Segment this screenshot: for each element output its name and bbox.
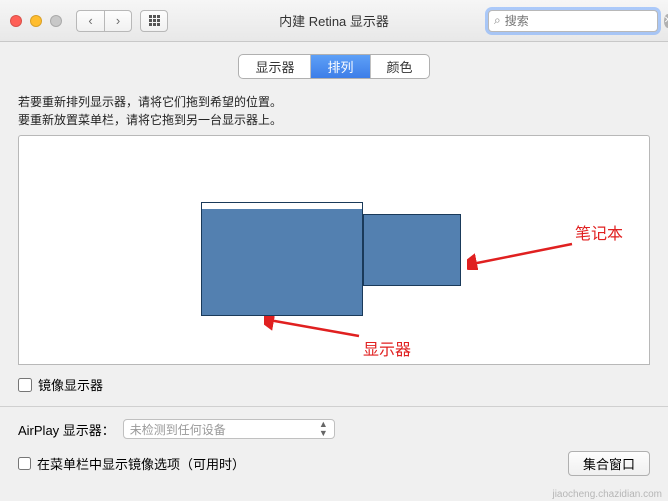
airplay-dropdown[interactable]: 未检测到任何设备 ▲▼ (123, 419, 335, 439)
titlebar: ‹ › 内建 Retina 显示器 ⌕ ✕ (0, 0, 668, 42)
instruction-line-1: 若要重新排列显示器，请将它们拖到希望的位置。 (18, 93, 650, 111)
menubar-label: 在菜单栏中显示镜像选项（可用时） (37, 454, 245, 473)
maximize-button[interactable] (50, 15, 62, 27)
airplay-selected: 未检测到任何设备 (130, 421, 226, 438)
mirror-label: 镜像显示器 (38, 375, 103, 394)
annotation-monitor: 显示器 (363, 336, 411, 360)
tab-color[interactable]: 颜色 (371, 55, 429, 78)
traffic-lights (10, 15, 62, 27)
mirror-row: 镜像显示器 (18, 375, 650, 394)
show-all-button[interactable] (140, 10, 168, 32)
minimize-button[interactable] (30, 15, 42, 27)
chevron-updown-icon: ▲▼ (319, 420, 328, 438)
airplay-label: AirPlay 显示器： (18, 420, 115, 439)
display-secondary[interactable] (363, 214, 461, 286)
menubar-checkbox[interactable] (18, 457, 31, 470)
display-main[interactable] (201, 208, 363, 316)
search-input[interactable] (505, 14, 660, 28)
clear-search-icon[interactable]: ✕ (664, 14, 668, 28)
mirror-checkbox[interactable] (18, 378, 32, 392)
search-box[interactable]: ⌕ ✕ (488, 10, 658, 32)
tab-display[interactable]: 显示器 (239, 55, 311, 78)
tab-arrangement[interactable]: 排列 (311, 55, 370, 78)
content: 显示器 排列 颜色 若要重新排列显示器，请将它们拖到希望的位置。 要重新放置菜单… (0, 42, 668, 476)
watermark: jiaocheng.chazidian.com (552, 489, 662, 500)
nav-buttons: ‹ › (76, 10, 132, 32)
instruction-line-2: 要重新放置菜单栏，请将它拖到另一台显示器上。 (18, 111, 650, 129)
separator (0, 406, 668, 407)
search-icon: ⌕ (494, 13, 501, 28)
instructions: 若要重新排列显示器，请将它们拖到希望的位置。 要重新放置菜单栏，请将它拖到另一台… (18, 93, 650, 129)
close-button[interactable] (10, 15, 22, 27)
back-button[interactable]: ‹ (76, 10, 104, 32)
airplay-row: AirPlay 显示器： 未检测到任何设备 ▲▼ (18, 419, 650, 439)
annotation-laptop: 笔记本 (575, 220, 623, 244)
arrow-monitor (264, 316, 364, 341)
gather-windows-button[interactable]: 集合窗口 (568, 451, 650, 476)
arrow-laptop (467, 240, 577, 270)
grid-icon (149, 15, 160, 26)
bottom-row: 在菜单栏中显示镜像选项（可用时） 集合窗口 (18, 451, 650, 476)
tabbar: 显示器 排列 颜色 (18, 54, 650, 79)
forward-button[interactable]: › (104, 10, 132, 32)
arrangement-area: 笔记本 显示器 (18, 135, 650, 365)
